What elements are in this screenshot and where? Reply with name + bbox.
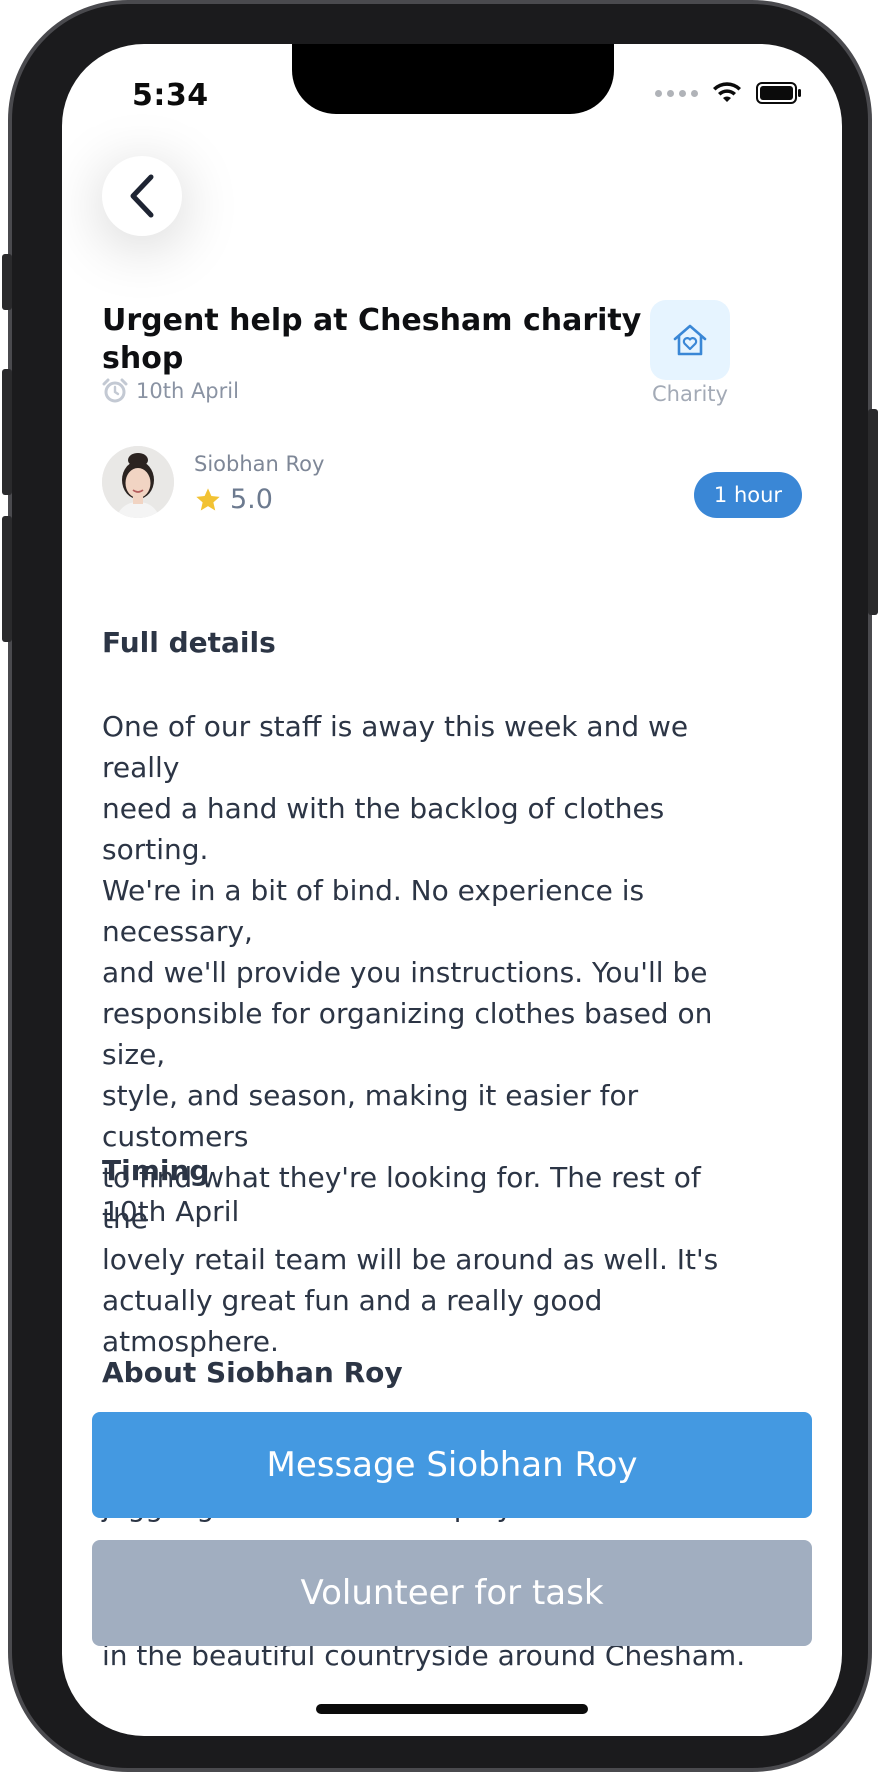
- task-date: 10th April: [136, 379, 239, 403]
- details-line: style, and season, making it easier for …: [102, 1079, 639, 1153]
- rating-value: 5.0: [230, 484, 273, 515]
- battery-icon: [756, 82, 801, 104]
- phone-frame: 5:34 Urgent help at Chesham charity shop…: [2, 0, 878, 1772]
- volunteer-button[interactable]: Volunteer for task: [92, 1540, 812, 1646]
- cellular-signal-icon: [655, 89, 698, 97]
- details-text: One of our staff is away this week and w…: [102, 706, 752, 1362]
- power-button: [868, 409, 878, 615]
- screen: 5:34 Urgent help at Chesham charity shop…: [62, 44, 842, 1736]
- details-line: and we'll provide you instructions. You'…: [102, 956, 708, 989]
- volume-down-button: [2, 516, 12, 642]
- details-line: We're in a bit of bind. No experience is…: [102, 874, 645, 948]
- details-line: actually great fun and a really good atm…: [102, 1284, 603, 1358]
- home-indicator: [316, 1704, 588, 1714]
- details-line: One of our staff is away this week and w…: [102, 710, 689, 784]
- task-date-row: 10th April: [102, 378, 239, 404]
- alarm-clock-icon: [102, 378, 128, 403]
- timing-heading: Timing: [102, 1154, 210, 1187]
- silent-switch: [2, 254, 12, 310]
- message-button[interactable]: Message Siobhan Roy: [92, 1412, 812, 1518]
- status-time: 5:34: [132, 78, 209, 113]
- rating: 5.0: [194, 484, 273, 515]
- category-icon-box: [650, 300, 730, 380]
- duration-badge: 1 hour: [694, 472, 802, 518]
- volume-up-button: [2, 369, 12, 495]
- person-name[interactable]: Siobhan Roy: [194, 452, 324, 476]
- star-icon: [196, 487, 220, 510]
- details-line: lovely retail team will be around as wel…: [102, 1243, 719, 1276]
- task-title: Urgent help at Chesham charity shop: [102, 303, 642, 376]
- avatar[interactable]: [102, 446, 174, 518]
- timing-value: 10th April: [102, 1195, 240, 1228]
- wifi-icon: [713, 82, 741, 102]
- chevron-left-icon: [130, 174, 154, 218]
- charity-home-icon: [673, 324, 707, 356]
- back-button[interactable]: [102, 156, 182, 236]
- status-icons: [655, 82, 802, 104]
- details-line: responsible for organizing clothes based…: [102, 997, 713, 1071]
- about-heading: About Siobhan Roy: [102, 1356, 403, 1389]
- profile-photo-icon: [102, 446, 174, 518]
- details-line: need a hand with the backlog of clothes …: [102, 792, 665, 866]
- category-label: Charity: [652, 382, 728, 406]
- notch: [292, 44, 614, 114]
- details-heading: Full details: [102, 626, 276, 659]
